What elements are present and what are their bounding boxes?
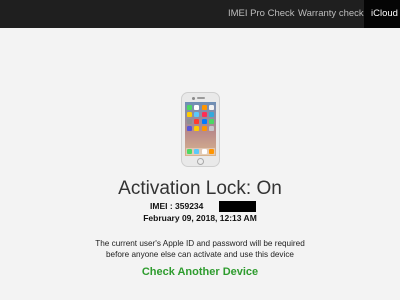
dock-app-icon [208,149,214,154]
app-grid [187,105,214,131]
page: IMEI Pro Check Warranty check iCloud C [0,0,400,300]
dock-app-icon [194,149,200,154]
nav-warranty-check[interactable]: Warranty check [298,0,364,28]
notice-line-1: The current user's Apple ID and password… [95,239,305,248]
activation-lock-notice: The current user's Apple ID and password… [50,239,350,260]
dock-app-icon [201,149,207,154]
top-navbar: IMEI Pro Check Warranty check iCloud C [0,0,400,28]
app-icon [201,126,207,131]
nav-icloud-check[interactable]: iCloud C [364,0,400,28]
app-icon [208,119,214,124]
speaker-slot [197,97,205,99]
iphone-icon [181,92,220,167]
app-icon [208,112,214,117]
app-icon [194,119,200,124]
check-another-device-link[interactable]: Check Another Device [0,266,400,278]
app-icon [194,112,200,117]
app-icon [187,105,192,110]
app-icon [194,126,200,131]
app-icon [208,126,214,131]
activation-lock-status: Activation Lock: On [118,178,282,199]
notice-line-2: before anyone else can activate and use … [106,249,294,259]
dock-app-icon [187,149,193,154]
nav-imei-pro-check[interactable]: IMEI Pro Check [228,0,295,28]
phone-screen [185,102,216,156]
app-icon [187,126,192,131]
imei-value: IMEI : 359234 [150,201,204,211]
app-icon [208,105,214,110]
app-icon [201,119,207,124]
app-icon [201,112,207,117]
check-date: February 09, 2018, 12:13 AM [143,213,257,223]
imei-redaction [219,201,256,212]
app-icon [201,105,207,110]
camera-dot [192,96,195,100]
home-button [197,158,204,165]
dock [186,148,215,155]
app-icon [194,105,200,110]
app-icon [187,112,192,117]
app-icon [187,119,192,124]
